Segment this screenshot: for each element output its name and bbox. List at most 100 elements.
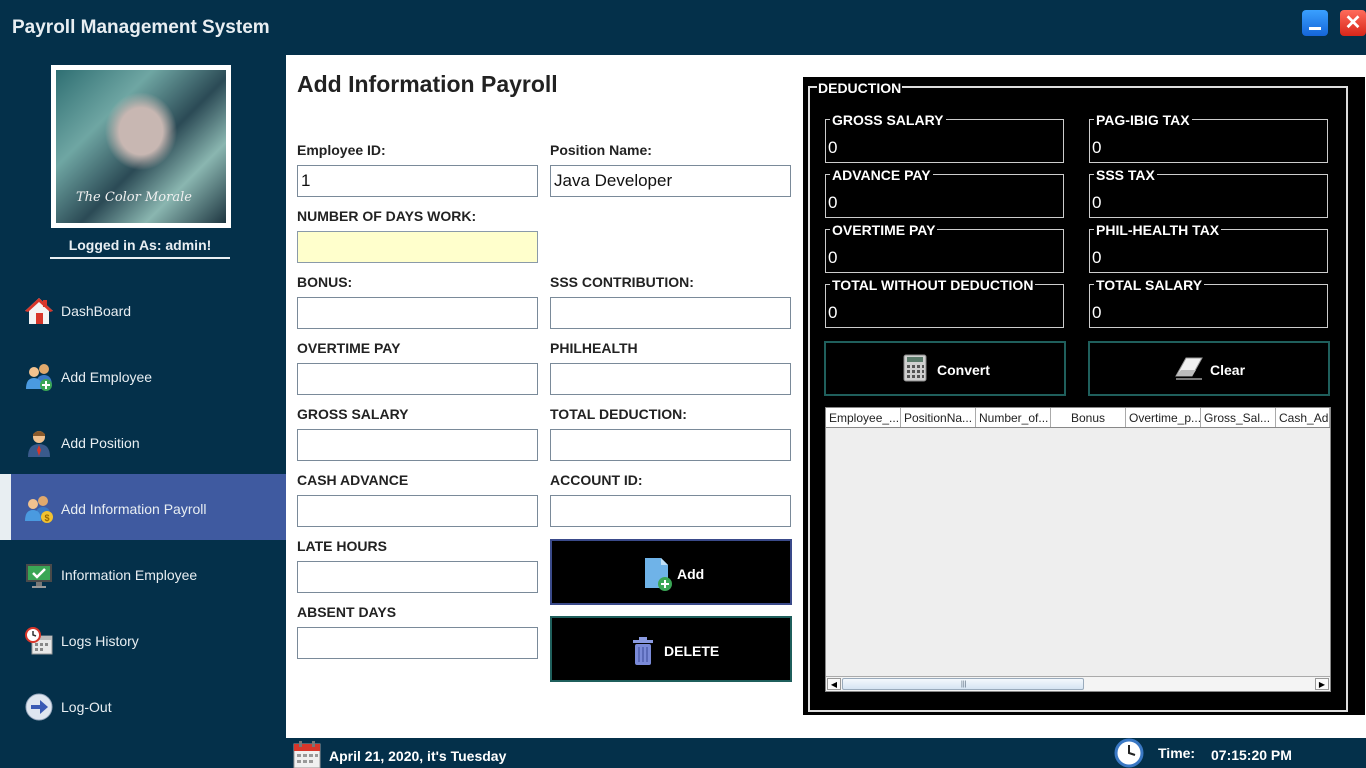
late-hours-label: LATE HOURS [297,538,387,554]
pagibig-tax-box-value: 0 [1092,138,1102,157]
time-label: Time: [1158,745,1196,761]
avatar-image [56,70,226,223]
sss-tax-box-label: SSS TAX [1094,167,1157,183]
table-header-cell[interactable]: PositionNa... [901,408,976,427]
overtime-pay-box: OVERTIME PAY 0 [825,222,1064,273]
add-button[interactable]: Add [550,539,792,605]
account-id-label: ACCOUNT ID: [550,472,643,488]
days-work-input[interactable] [297,231,538,263]
gross-salary-input[interactable] [297,429,538,461]
horizontal-scrollbar[interactable]: ◀ ||| ▶ [826,676,1330,691]
sidebar-item-add-employee[interactable]: Add Employee [0,342,286,408]
clock-icon [1114,738,1144,768]
bonus-input[interactable] [297,297,538,329]
deduction-panel: DEDUCTION GROSS SALARY 0 PAG-IBIG TAX 0 … [803,77,1365,715]
overtime-pay-input[interactable] [297,363,538,395]
absent-days-label: ABSENT DAYS [297,604,397,620]
main-panel: Add Information Payroll Employee ID: Pos… [286,55,1366,738]
employee-id-label: Employee ID: [297,142,386,158]
sidebar-item-information-employee[interactable]: Information Employee [0,540,286,606]
advance-pay-box: ADVANCE PAY 0 [825,167,1064,218]
scroll-right-arrow[interactable]: ▶ [1315,678,1329,690]
date-display: April 21, 2020, it's Tuesday [329,748,507,764]
sidebar-item-label: Information Employee [61,567,198,583]
employee-id-input[interactable] [297,165,538,197]
table-header-cell[interactable]: Cash_Ad [1276,408,1330,427]
bonus-label: BONUS: [297,274,353,290]
close-button[interactable]: ✕ [1340,10,1366,36]
clear-button-label: Clear [1210,362,1246,378]
app-title: Payroll Management System [12,17,270,38]
convert-button[interactable]: Convert [824,341,1066,396]
sidebar-item-logs-history[interactable]: Logs History [0,606,286,672]
sss-contribution-input[interactable] [550,297,791,329]
sss-tax-box-value: 0 [1092,193,1102,212]
table-header-cell[interactable]: Overtime_p... [1126,408,1201,427]
table-header-cell[interactable]: Employee_... [826,408,901,427]
pagibig-tax-box: PAG-IBIG TAX 0 [1089,112,1328,163]
monitor-check-icon [26,564,52,588]
overtime-pay-box-label: OVERTIME PAY [830,222,938,238]
delete-button[interactable]: DELETE [550,616,792,682]
gross-salary-label: GROSS SALARY [297,406,409,422]
advance-pay-box-label: ADVANCE PAY [830,167,933,183]
delete-button-label: DELETE [664,643,720,659]
total-deduction-input[interactable] [550,429,791,461]
payroll-users-icon: $ [25,496,53,523]
page-title: Add Information Payroll [297,71,558,97]
svg-text:$: $ [45,513,50,523]
add-button-label: Add [677,566,705,582]
table-header-cell[interactable]: Bonus [1051,408,1126,427]
sidebar-item-log-out[interactable]: Log-Out [0,672,286,738]
position-name-input[interactable] [550,165,791,197]
sidebar-item-label: Log-Out [61,699,112,715]
add-file-icon [645,558,672,591]
table-header: Employee_... PositionNa... Number_of... Bon… [826,408,1330,428]
eraser-icon [1175,357,1203,380]
sidebar: Logged in As: admin! DashBoard Add Emplo… [0,55,286,738]
total-deduction-label: TOTAL DEDUCTION: [550,406,687,422]
overtime-pay-label: OVERTIME PAY [297,340,401,356]
sidebar-item-add-information-payroll[interactable]: $ Add Information Payroll [0,474,286,540]
advance-pay-box-value: 0 [828,193,838,212]
sidebar-item-label: Add Employee [61,369,153,385]
late-hours-input[interactable] [297,561,538,593]
add-employee-icon [26,364,52,391]
philhealth-tax-box: PHIL-HEALTH TAX 0 [1089,222,1328,273]
avatar [51,65,231,228]
gross-salary-box-value: 0 [828,138,838,157]
minimize-button[interactable] [1302,10,1328,36]
pagibig-tax-box-label: PAG-IBIG TAX [1094,112,1192,128]
account-id-input[interactable] [550,495,791,527]
scroll-left-arrow[interactable]: ◀ [827,678,841,690]
title-bar: Payroll Management System ✕ [0,0,1366,55]
scrollbar-thumb[interactable]: ||| [842,678,1084,690]
calculator-icon [903,354,927,382]
days-work-label: NUMBER OF DAYS WORK: [297,208,477,224]
payroll-table[interactable]: Employee_... PositionNa... Number_of... Bon… [825,407,1331,692]
sidebar-item-add-position[interactable]: Add Position [0,408,286,474]
sss-tax-box: SSS TAX 0 [1089,167,1328,218]
total-salary-box-label: TOTAL SALARY [1094,277,1205,293]
sidebar-item-label: Logs History [61,633,139,649]
philhealth-tax-box-value: 0 [1092,248,1102,267]
clear-button[interactable]: Clear [1088,341,1330,396]
total-salary-box: TOTAL SALARY 0 [1089,277,1328,328]
gross-salary-box: GROSS SALARY 0 [825,112,1064,163]
position-name-label: Position Name: [550,142,652,158]
table-header-cell[interactable]: Gross_Sal... [1201,408,1276,427]
time-display: 07:15:20 PM [1211,747,1292,763]
total-without-deduction-box-value: 0 [828,303,838,322]
absent-days-input[interactable] [297,627,538,659]
sidebar-item-label: Add Information Payroll [61,501,207,517]
sidebar-item-dashboard[interactable]: DashBoard [0,276,286,342]
table-header-cell[interactable]: Number_of... [976,408,1051,427]
total-without-deduction-box-label: TOTAL WITHOUT DEDUCTION [830,277,1036,293]
sidebar-item-label: Add Position [61,435,140,451]
cash-advance-input[interactable] [297,495,538,527]
philhealth-input[interactable] [550,363,791,395]
home-icon [25,298,53,324]
total-salary-box-value: 0 [1092,303,1102,322]
convert-button-label: Convert [937,362,990,378]
philhealth-tax-box-label: PHIL-HEALTH TAX [1094,222,1222,238]
